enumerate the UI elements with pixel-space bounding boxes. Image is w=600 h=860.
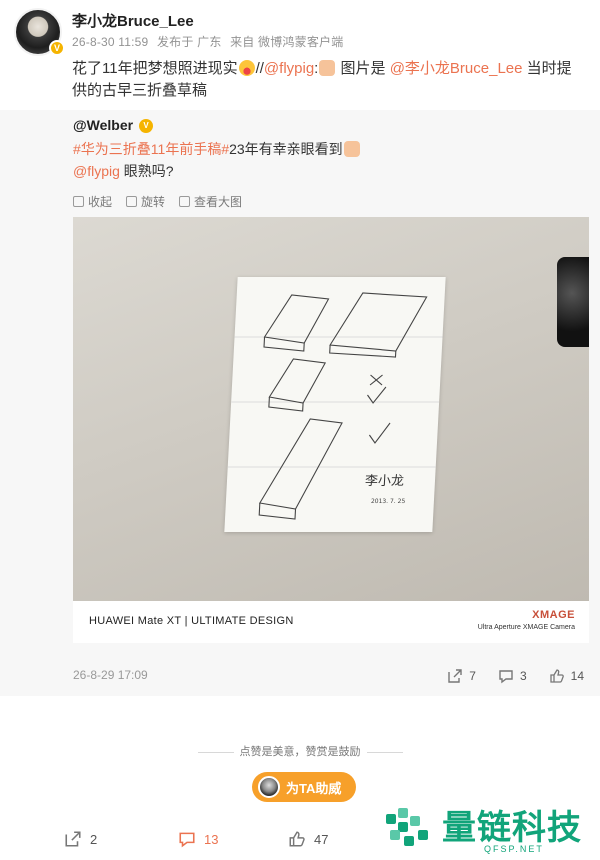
caption-model: HUAWEI Mate XT | ULTIMATE DESIGN	[89, 615, 294, 627]
repost-share-button[interactable]: 7	[447, 668, 476, 684]
comment-icon	[499, 670, 513, 684]
comment-button[interactable]: 13	[178, 830, 218, 848]
mention-bruce-lee[interactable]: @李小龙Bruce_Lee	[390, 60, 523, 77]
rotate-label: 旋转	[141, 195, 166, 209]
reward-slogan-row: 点赞是美意，赞赏是鼓励	[0, 743, 600, 759]
caption-brand: XMAGE	[532, 609, 575, 621]
view-large-label: 查看大图	[194, 195, 243, 209]
signature: 李小龙	[365, 474, 405, 489]
post-location: 发布于 广东	[156, 35, 222, 49]
share-icon	[448, 669, 462, 683]
verified-badge-icon: V	[49, 40, 65, 56]
tongue-emoji-icon	[238, 60, 255, 76]
reward-avatar	[258, 776, 280, 798]
divider	[366, 751, 403, 753]
repost-text-part: 眼熟吗?	[119, 163, 174, 179]
post-meta: 26-8-30 11:59 发布于 广东 来自 微博鸿蒙客户端	[72, 33, 348, 50]
repost-username[interactable]: @Welber	[73, 117, 133, 133]
post-photo[interactable]: 李小龙 2013. 7. 25	[73, 217, 589, 601]
like-count: 14	[570, 669, 584, 683]
watermark-sub: QFSP.NET	[484, 844, 544, 854]
post-text-part: 图片是	[336, 60, 390, 77]
like-count: 47	[314, 831, 329, 847]
reward-button-label: 为TA助威	[286, 780, 342, 796]
image-toolbar: 收起 旋转 查看大图	[73, 193, 242, 210]
post-text-part: :	[314, 60, 319, 77]
sign-date: 2013. 7. 25	[371, 498, 406, 505]
collapse-button[interactable]: 收起	[73, 193, 112, 210]
thumbs-up-icon	[549, 669, 564, 683]
weibo-post: V 李小龙Bruce_Lee 26-8-30 11:59 发布于 广东 来自 微…	[0, 0, 600, 860]
collapse-label: 收起	[88, 195, 113, 209]
post-time[interactable]: 26-8-30 11:59	[72, 35, 148, 49]
watermark-logo-icon	[386, 808, 428, 846]
phone-sketch-drawing: 李小龙 2013. 7. 25	[227, 292, 443, 520]
rotate-icon	[126, 196, 138, 207]
reward-slogan: 点赞是美意，赞赏是鼓励	[239, 746, 361, 758]
sketch-paper: 李小龙 2013. 7. 25	[224, 277, 446, 532]
comment-count: 13	[204, 831, 219, 847]
like-button[interactable]: 47	[288, 830, 328, 848]
share-icon	[65, 831, 81, 847]
repost-text-part: 23年有幸亲眼看到	[229, 141, 343, 157]
repost-text: #华为三折叠11年前手稿#23年有幸亲眼看到 @flypig 眼熟吗?	[73, 138, 573, 182]
repost-actions: 7 3 14	[447, 668, 584, 684]
cat-emoji-icon	[319, 60, 336, 76]
watermark: 量链科技 QFSP.NET	[384, 800, 598, 858]
watermark-text: 量链科技	[442, 808, 582, 848]
verified-badge-icon: V	[139, 119, 153, 133]
cat-emoji-icon	[343, 141, 360, 157]
post-text-part: 花了11年把梦想照进现实	[72, 60, 238, 77]
thumbs-up-icon	[289, 831, 305, 847]
share-button[interactable]: 2	[64, 830, 97, 848]
cup-image	[557, 257, 589, 347]
photo-caption-bar: HUAWEI Mate XT | ULTIMATE DESIGN XMAGE U…	[73, 601, 589, 643]
repost-time[interactable]: 26-8-29 17:09	[73, 668, 148, 682]
repost-like-button[interactable]: 14	[549, 668, 584, 684]
comment-icon	[179, 832, 195, 848]
username[interactable]: 李小龙Bruce_Lee	[72, 10, 194, 31]
reward-button[interactable]: 为TA助威	[252, 772, 356, 802]
hashtag[interactable]: #华为三折叠11年前手稿#	[73, 141, 229, 157]
share-count: 2	[90, 831, 98, 847]
mention-flypig[interactable]: @flypig	[264, 60, 314, 77]
caption-sub: Ultra Aperture XMAGE Camera	[477, 624, 575, 631]
post-text: 花了11年把梦想照进现实 //@flypig: 图片是 @李小龙Bruce_Lee…	[72, 58, 572, 102]
view-large-button[interactable]: 查看大图	[179, 193, 242, 210]
zoom-icon	[179, 196, 191, 207]
rotate-button[interactable]: 旋转	[126, 193, 165, 210]
mention-flypig[interactable]: @flypig	[73, 163, 120, 179]
comment-count: 3	[519, 669, 527, 683]
divider	[197, 751, 234, 753]
collapse-icon	[73, 196, 84, 207]
post-source: 来自 微博鸿蒙客户端	[230, 35, 344, 49]
repost-count: 7	[469, 669, 476, 683]
post-text-part: //	[255, 60, 264, 77]
repost-comment-button[interactable]: 3	[498, 668, 527, 684]
